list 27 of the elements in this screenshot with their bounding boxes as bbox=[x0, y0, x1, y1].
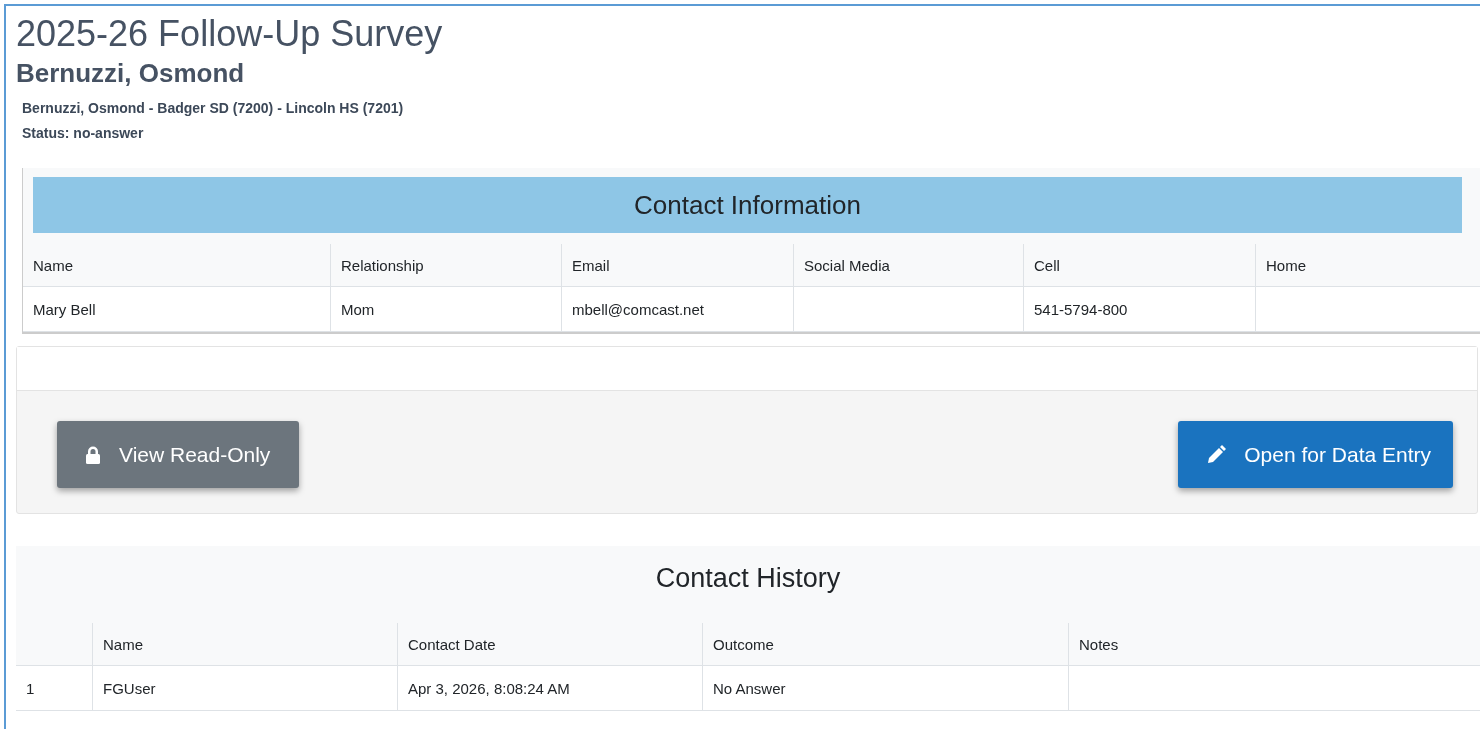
lock-icon bbox=[85, 445, 101, 464]
person-name: Bernuzzi, Osmond bbox=[16, 57, 246, 90]
column-header: Home bbox=[1255, 244, 1480, 287]
table-cell: mbell@comcast.net bbox=[561, 287, 793, 332]
table-cell: Mom bbox=[330, 287, 561, 332]
column-header: Outcome bbox=[702, 623, 1068, 666]
pencil-icon bbox=[1206, 444, 1227, 465]
table-cell: FGUser bbox=[92, 666, 397, 711]
data-entry-button[interactable]: Open for Data Entry bbox=[1178, 421, 1453, 488]
column-header: Name bbox=[92, 623, 397, 666]
column-header: Contact Date bbox=[397, 623, 702, 666]
column-header: Notes bbox=[1068, 623, 1480, 666]
column-header: Social Media bbox=[793, 244, 1023, 287]
table-cell: 541-5794-800 bbox=[1023, 287, 1255, 332]
column-header: Cell bbox=[1023, 244, 1255, 287]
detail-text: Status: no-answer bbox=[22, 124, 145, 143]
table-cell: Apr 3, 2026, 8:08:24 AM bbox=[397, 666, 702, 711]
view-read-only-button[interactable]: View Read-Only bbox=[57, 421, 299, 488]
table-cell: Mary Bell bbox=[23, 287, 330, 332]
detail-text: Bernuzzi, Osmond - Badger SD (7200) - Lincoln HS (7201) bbox=[22, 99, 405, 118]
table-cell: 1 bbox=[16, 666, 92, 711]
section-title: Contact History bbox=[655, 563, 841, 594]
column-header: Email bbox=[561, 244, 793, 287]
section-header: Contact Information bbox=[33, 177, 1462, 233]
table-cell: No Answer bbox=[702, 666, 1068, 711]
page-title: 2025-26 Follow-Up Survey bbox=[16, 12, 444, 56]
column-header: Relationship bbox=[330, 244, 561, 287]
